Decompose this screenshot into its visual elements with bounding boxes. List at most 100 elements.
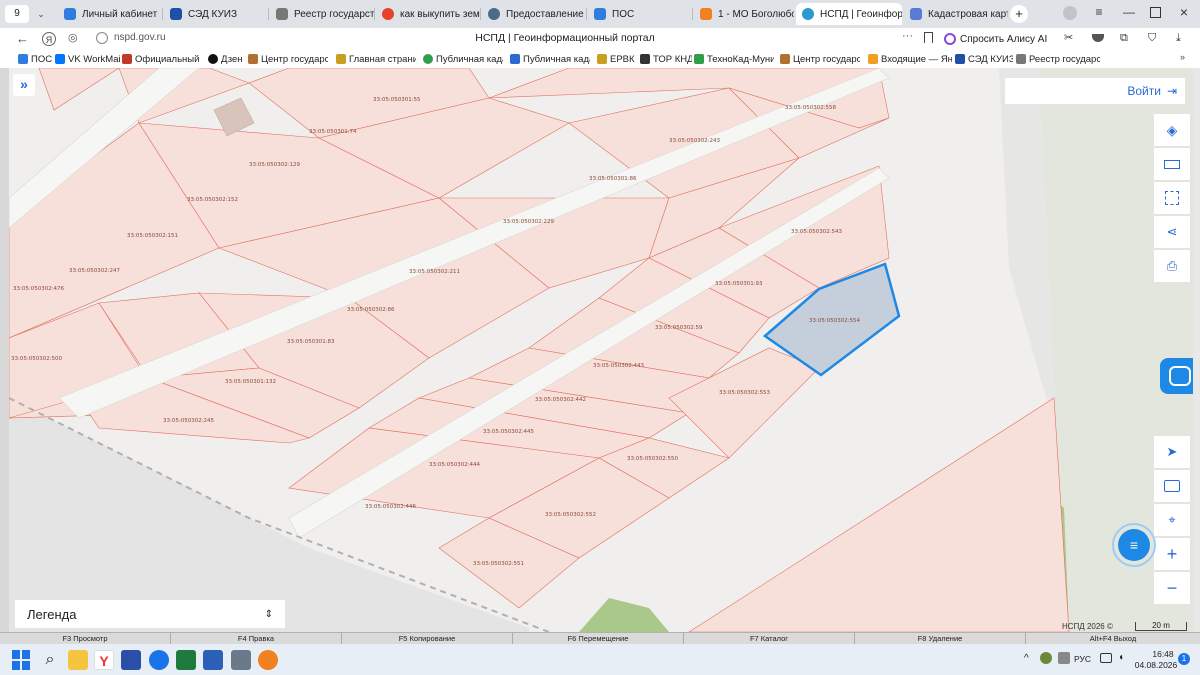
parcel-label[interactable]: 33:05:050301:132 <box>225 379 276 385</box>
tray-chevron-icon[interactable]: ^ <box>1024 653 1034 665</box>
tab-reestr[interactable]: Реестр государстве <box>270 3 374 25</box>
parcel-label[interactable]: 33:05:050302:151 <box>127 233 178 239</box>
volume-icon[interactable]: ◖ <box>1118 652 1130 664</box>
app-9-icon[interactable] <box>258 650 278 670</box>
bookmark-glavnaya[interactable]: Главная страниц <box>336 52 416 66</box>
expand-panel-button[interactable]: » <box>13 74 35 96</box>
basemap-button[interactable] <box>1154 470 1190 502</box>
parcel-label[interactable]: 33:05:050302:446 <box>365 504 417 510</box>
tab-list-chevron-icon[interactable]: ⌄ <box>34 6 48 22</box>
zoom-in-button[interactable]: + <box>1154 538 1190 570</box>
cadastral-map[interactable]: 33:05:050301:55 33:05:050301:74 33:05:05… <box>9 68 1200 632</box>
bookmark-pos[interactable]: ПОС <box>18 52 60 66</box>
tab-mo-bogolyubovsk[interactable]: 1 - МО Боголюбовск <box>694 3 794 25</box>
network-icon[interactable] <box>1100 653 1112 663</box>
close-window-icon[interactable]: × <box>1177 4 1191 20</box>
tray-app-1-icon[interactable] <box>1040 652 1052 664</box>
tab-kak-vykupit[interactable]: как выкупить земел <box>376 3 480 25</box>
parcel-label[interactable]: 33:05:050302:245 <box>163 418 215 424</box>
yandex-browser-icon[interactable]: Y <box>94 650 114 670</box>
bookmark-sed-kuiz[interactable]: СЭД КУИЗ <box>955 52 1013 66</box>
parcel-label[interactable]: 33:05:050302:152 <box>187 197 238 203</box>
bookmark-vk-workmail[interactable]: VK WorkMail <box>55 52 121 66</box>
bookmark-icon[interactable] <box>924 32 933 43</box>
right-scrollbar[interactable] <box>1193 68 1200 632</box>
bookmark-tehnokad[interactable]: ТехноКад-Муници <box>694 52 774 66</box>
notification-badge[interactable]: 1 <box>1178 653 1190 665</box>
language-indicator[interactable]: РУС <box>1074 654 1094 666</box>
geolocation-button[interactable]: ➤ <box>1154 436 1190 468</box>
clock-time[interactable]: 16:48 <box>1148 649 1178 659</box>
tab-kadastrovaya-karta[interactable]: Кадастровая карта <box>904 3 1008 25</box>
bookmark-centr-gos[interactable]: Центр государств <box>248 52 328 66</box>
ruler-button[interactable] <box>1154 148 1190 180</box>
parcel-label[interactable]: 33:05:050301:74 <box>309 129 357 135</box>
more-options-icon[interactable]: ··· <box>902 30 918 46</box>
parcel-label[interactable]: 33:05:050302:211 <box>409 269 460 275</box>
tab-predostavlenie[interactable]: Предоставление св <box>482 3 586 25</box>
bookmark-dzen[interactable]: Дзен <box>208 52 244 66</box>
zoom-out-button[interactable]: − <box>1154 572 1190 604</box>
excel-icon[interactable] <box>176 650 196 670</box>
maximize-icon[interactable] <box>1150 7 1161 18</box>
parcel-label[interactable]: 33:05:050302:59 <box>655 325 703 331</box>
parcel-label[interactable]: 33:05:050302:558 <box>785 105 837 111</box>
ask-alice-button[interactable]: Спросить Алису AI <box>944 30 1050 48</box>
parcel-label[interactable]: 33:05:050302:443 <box>593 363 645 369</box>
bookmark-reestr[interactable]: Реестр государст <box>1016 52 1100 66</box>
legend-dropdown[interactable]: Легенда ⇕ <box>15 600 285 628</box>
parcel-label[interactable]: 33:05:050302:86 <box>347 307 395 313</box>
extension-2-icon[interactable] <box>1092 34 1104 42</box>
layers-button[interactable]: ◈ <box>1154 114 1190 146</box>
parcel-label[interactable]: 33:05:050302:552 <box>545 512 596 518</box>
tab-lichny-kabinet[interactable]: Личный кабинет <box>58 3 162 25</box>
parcel-label[interactable]: 33:05:050302:129 <box>249 162 301 168</box>
lock-icon[interactable] <box>96 32 108 44</box>
url-field[interactable]: nspd.gov.ru <box>114 32 234 46</box>
parcel-label[interactable]: 33:05:050302:229 <box>503 219 555 225</box>
file-explorer-icon[interactable] <box>68 650 88 670</box>
word-icon[interactable] <box>203 650 223 670</box>
tab-nspd-active[interactable]: НСПД | Геоинфор× <box>796 3 902 25</box>
parcel-label[interactable]: 33:05:050302:445 <box>483 429 535 435</box>
print-button[interactable]: ⎙ <box>1154 250 1190 282</box>
area-select-button[interactable] <box>1154 182 1190 214</box>
save-app-icon[interactable] <box>121 650 141 670</box>
bookmark-publichnaya-2[interactable]: Публичная кадас <box>510 52 590 66</box>
new-tab-button[interactable]: + <box>1010 5 1028 23</box>
parcel-label[interactable]: 33:05:050302:500 <box>11 356 63 362</box>
parcel-label[interactable]: 33:05:050301:55 <box>373 97 421 103</box>
clock-date[interactable]: 04.08.2026 <box>1134 660 1178 670</box>
profile-avatar-icon[interactable] <box>1063 6 1077 20</box>
map-canvas[interactable]: 33:05:050301:55 33:05:050301:74 33:05:05… <box>9 68 1200 632</box>
location-search-button[interactable]: ⌖ <box>1154 504 1190 536</box>
chat-button[interactable]: ≡ <box>1112 523 1156 567</box>
extension-1-icon[interactable]: ✂ <box>1064 32 1076 44</box>
parcel-label[interactable]: 33:05:050301:83 <box>287 339 335 345</box>
bookmark-vhodyashie[interactable]: Входящие — Янд <box>868 52 952 66</box>
bookmark-ervk[interactable]: ЕРВК <box>597 52 637 66</box>
site-info-icon[interactable]: ◎ <box>68 32 80 44</box>
bookmark-centr-gos-2[interactable]: Центр государств <box>780 52 860 66</box>
bookmark-official[interactable]: Официальный са <box>122 52 202 66</box>
bookmark-publichnaya-1[interactable]: Публичная кадас <box>423 52 503 66</box>
tray-app-2-icon[interactable] <box>1058 652 1070 664</box>
parcel-label[interactable]: 33:05:050302:442 <box>535 397 586 403</box>
parcel-label[interactable]: 33:05:050302:444 <box>429 462 481 468</box>
search-icon[interactable]: ⌕ <box>40 650 60 670</box>
share-button[interactable]: ⋖ <box>1154 216 1190 248</box>
extensions-puzzle-icon[interactable]: ⧉ <box>1120 32 1132 44</box>
parcel-label[interactable]: 33:05:050302:247 <box>69 268 121 274</box>
parcel-label[interactable]: 33:05:050302:550 <box>627 456 679 462</box>
parcel-label[interactable]: 33:05:050301:93 <box>715 281 763 287</box>
minimize-icon[interactable]: — <box>1122 5 1136 19</box>
tab-sed-kuiz[interactable]: СЭД КУИЗ <box>164 3 268 25</box>
parcel-label[interactable]: 33:05:050302:553 <box>719 390 771 396</box>
tab-pos[interactable]: ПОС <box>588 3 692 25</box>
yandex-y-icon[interactable]: Я <box>42 32 56 46</box>
download-icon[interactable]: ⤓ <box>1176 32 1188 44</box>
login-button[interactable]: Войти ⇥ <box>1005 78 1185 104</box>
app-8-icon[interactable] <box>231 650 251 670</box>
parcel-label[interactable]: 33:05:050302:551 <box>473 561 524 567</box>
menu-icon[interactable]: ≡ <box>1092 5 1106 19</box>
